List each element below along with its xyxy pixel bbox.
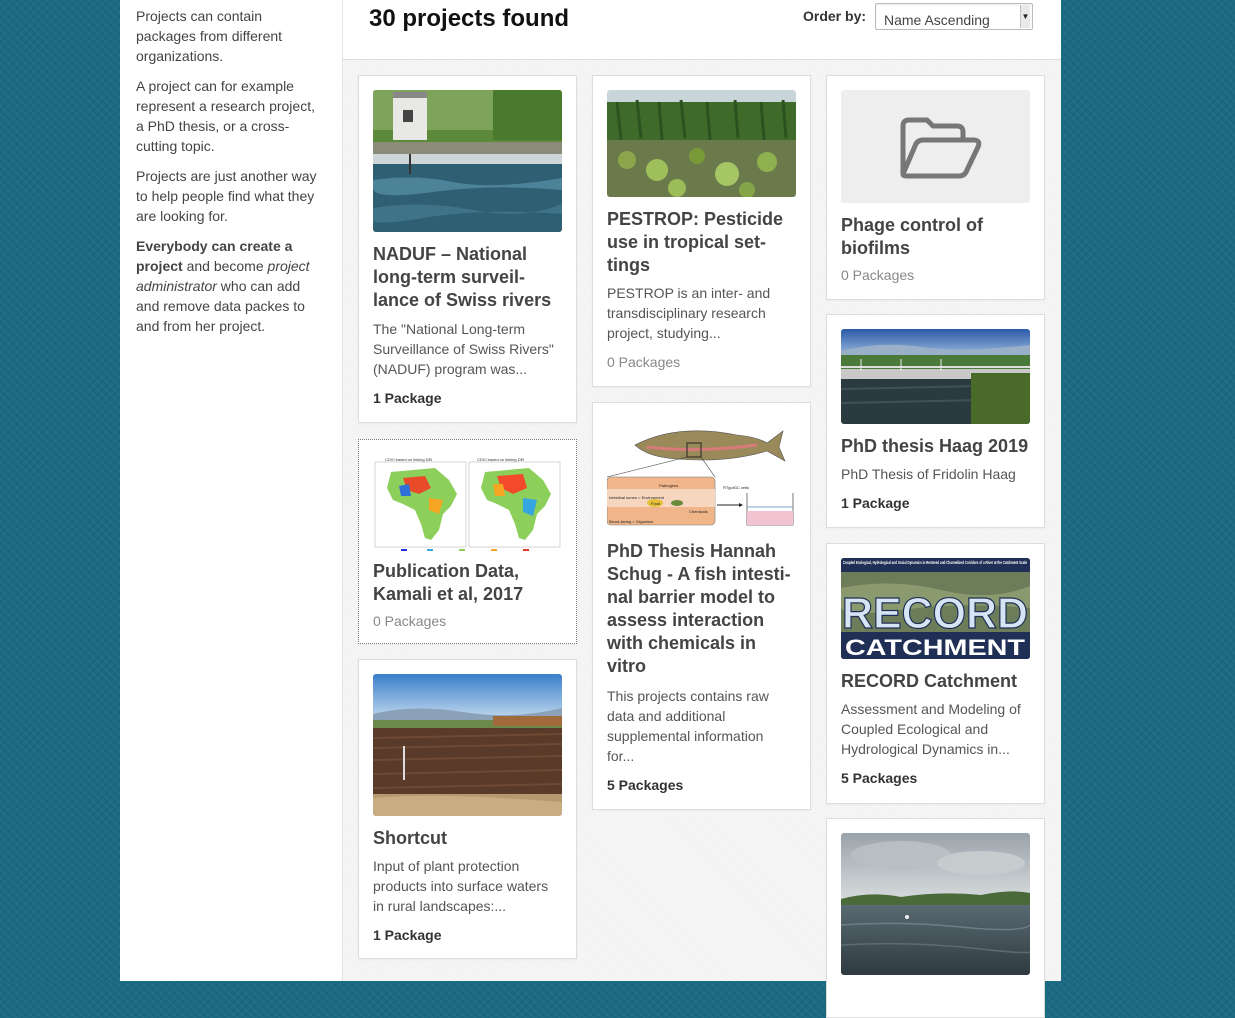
fish-label-chemicals: Chemicals: [689, 509, 708, 514]
package-count: 1 Package: [373, 390, 442, 406]
project-card-naduf[interactable]: NADUF – National long-term surveil-lance…: [358, 75, 577, 423]
project-description: The "National Long-term Surveillance of …: [373, 321, 554, 377]
project-card-schug[interactable]: Intestinal lumen = Environment Pathogens…: [592, 402, 811, 810]
page-wrapper: Projects can contain packages from diffe…: [120, 0, 1061, 1018]
project-card-kamali[interactable]: CDVI based on linking DEI CDVI based on …: [358, 439, 577, 644]
field-landscape-image[interactable]: [373, 674, 562, 816]
project-title[interactable]: NADUF – National long-term surveil-lance…: [373, 243, 563, 312]
project-description: This projects contains raw data and addi…: [607, 688, 769, 764]
record-banner-image[interactable]: Coupled Ecological, Hydrological and Soc…: [841, 558, 1030, 659]
fish-label-lumen: Intestinal lumen = Environment: [609, 495, 665, 500]
project-title[interactable]: RECORD Catchment: [841, 670, 1031, 693]
project-title[interactable]: PhD Thesis Hannah Schug - A fish intesti…: [607, 540, 797, 678]
results-header: 30 projects found Order by: Name Ascendi…: [343, 0, 1061, 60]
placeholder-image[interactable]: [841, 90, 1030, 203]
sidebar-text-1: Projects can contain packages from diffe…: [136, 8, 283, 64]
project-list-area: 30 projects found Order by: Name Ascendi…: [342, 0, 1061, 1018]
project-title[interactable]: PESTROP: Pesticide use in tropical set-t…: [607, 208, 797, 277]
treatment-plant-image[interactable]: [841, 329, 1030, 424]
project-description: Input of plant protection products into …: [373, 858, 549, 914]
order-by-value: Name Ascending: [884, 12, 990, 28]
order-by-label: Order by:: [803, 8, 867, 24]
project-card-phage[interactable]: Phage control of biofilms 0 Packages: [826, 75, 1045, 300]
river-weir-image[interactable]: [373, 90, 562, 232]
fish-label-blood: Blood-facing = Organism: [609, 519, 654, 524]
fish-label-food: Food: [651, 501, 660, 506]
sidebar-mid: and become: [182, 258, 268, 274]
record-catchment-text: CATCHMENT: [845, 635, 1026, 659]
project-card-pestrop[interactable]: PESTROP: Pesticide use in tropical set-t…: [592, 75, 811, 387]
project-description: PhD Thesis of Fridolin Haag: [841, 466, 1016, 482]
sidebar-info: Projects can contain packages from diffe…: [136, 6, 322, 346]
package-count: 0 Packages: [841, 267, 915, 283]
project-description: PESTROP is an inter- and transdisciplina…: [607, 285, 771, 341]
project-card-lake[interactable]: [826, 818, 1045, 1018]
record-subtitle: Coupled Ecological, Hydrological and Soc…: [843, 560, 1027, 565]
lake-image[interactable]: [841, 833, 1030, 975]
project-card-haag[interactable]: PhD thesis Haag 2019 PhD Thesis of Frido…: [826, 314, 1045, 528]
project-card-record[interactable]: Coupled Ecological, Hydrological and Soc…: [826, 543, 1045, 804]
africa-map-image[interactable]: CDVI based on linking DEI CDVI based on …: [373, 454, 562, 555]
folder-open-icon: [900, 117, 982, 179]
sidebar-text-4: Everybody can create a project and becom…: [136, 236, 322, 336]
fish-model-image[interactable]: Intestinal lumen = Environment Pathogens…: [607, 417, 796, 529]
fish-label-pathogens: Pathogens: [659, 483, 678, 488]
package-count: 0 Packages: [607, 354, 681, 370]
map-label-right: CDVI based on linking DEI: [477, 457, 524, 462]
sidebar-text-2: A project can for example represent a re…: [136, 78, 315, 154]
project-title[interactable]: PhD thesis Haag 2019: [841, 435, 1031, 458]
project-description: Assessment and Modeling of Coupled Ecolo…: [841, 701, 1021, 757]
package-count: 1 Package: [373, 927, 442, 943]
package-count: 0 Packages: [373, 613, 447, 629]
dropdown-arrow-icon[interactable]: ▼: [1020, 5, 1030, 28]
project-title[interactable]: Publication Data, Kamali et al, 2017: [373, 560, 563, 606]
tropical-field-image[interactable]: [607, 90, 796, 197]
package-count: 5 Packages: [841, 770, 918, 786]
project-title[interactable]: Phage control of biofilms: [841, 214, 1031, 260]
record-big-text: RECORD: [842, 589, 1028, 638]
package-count: 5 Packages: [607, 777, 684, 793]
map-label-left: CDVI based on linking DEI: [385, 457, 432, 462]
fish-label-cells: RTgutGC cells: [723, 485, 749, 490]
results-count-title: 30 projects found: [369, 5, 570, 32]
package-count: 1 Package: [841, 495, 910, 511]
project-title[interactable]: Shortcut: [373, 827, 563, 850]
sidebar-text-3: Projects are just another way to help pe…: [136, 168, 317, 224]
order-by-select[interactable]: Name Ascending ▼: [875, 3, 1033, 30]
project-card-shortcut[interactable]: Shortcut Input of plant protection produ…: [358, 659, 577, 959]
